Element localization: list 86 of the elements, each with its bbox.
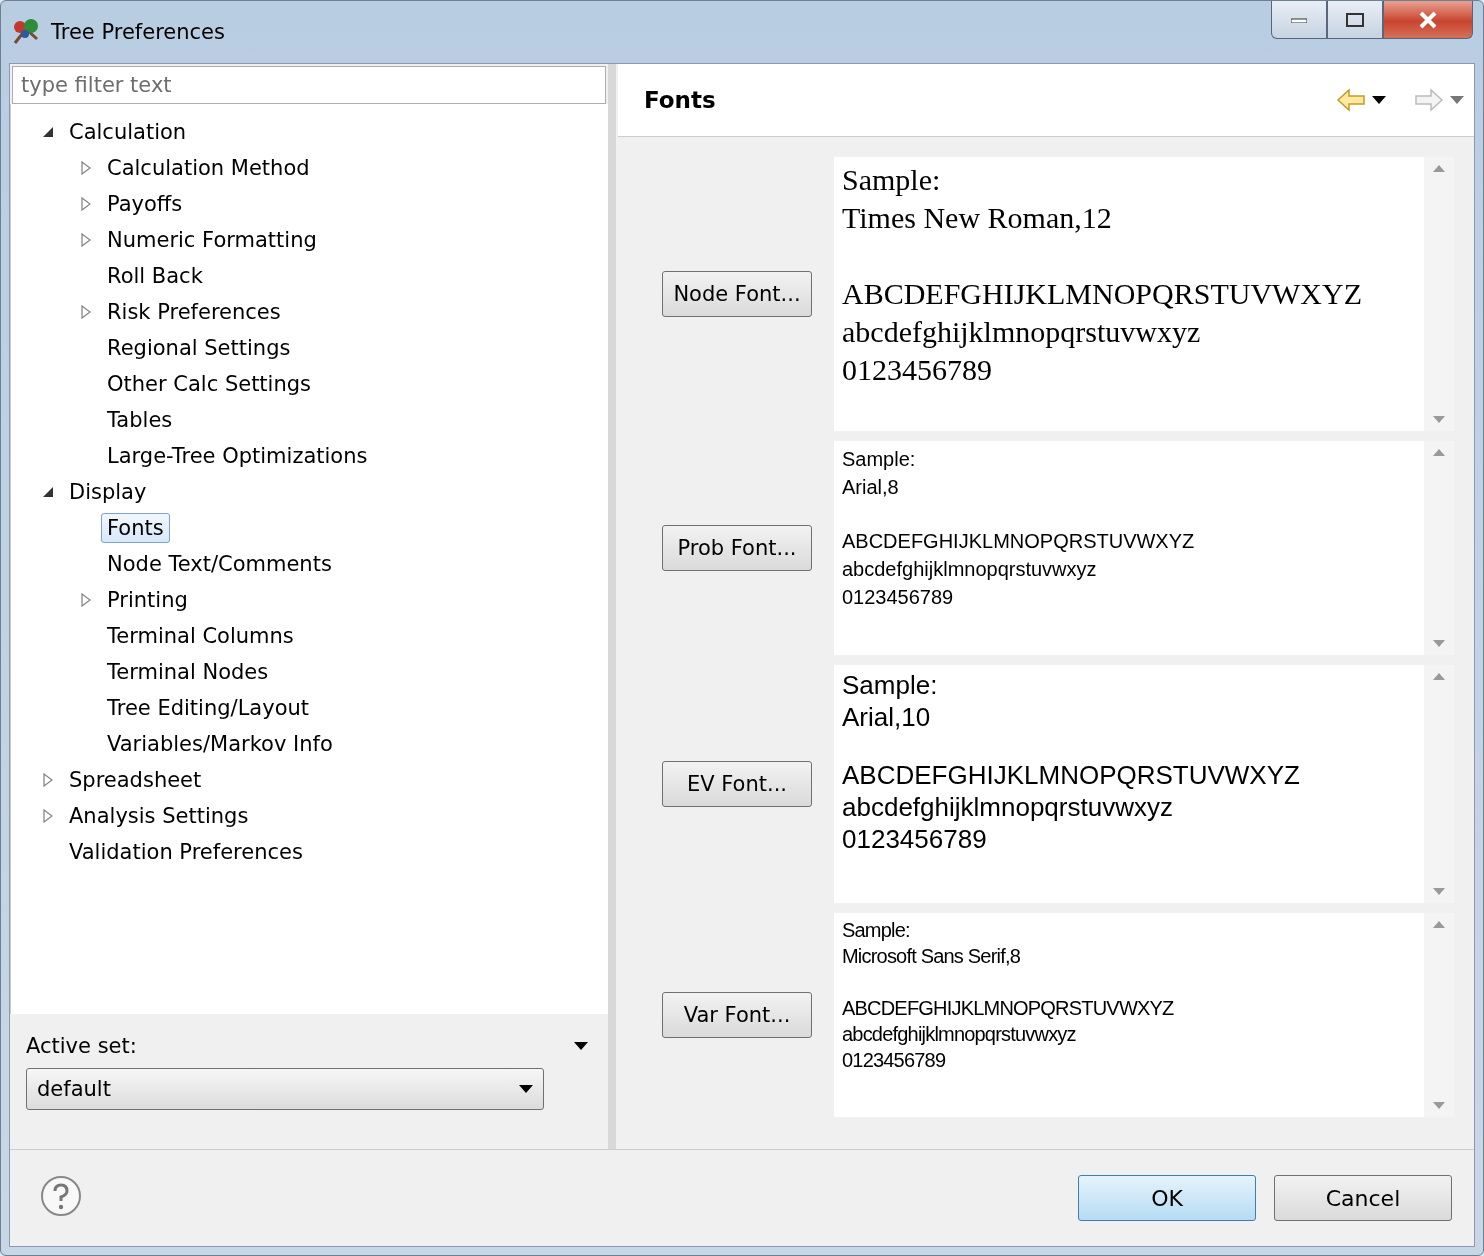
forward-arrow-icon[interactable] [1414, 88, 1444, 112]
collapsed-arrow-icon[interactable] [81, 305, 91, 319]
tree-item[interactable]: Large-Tree Optimizations [101, 441, 374, 471]
tree-item[interactable]: Terminal Columns [101, 621, 300, 651]
menu-caret-icon [574, 1042, 588, 1050]
uppercase-sample: ABCDEFGHIJKLMNOPQRSTUVWXYZ [842, 276, 1364, 312]
caret-icon [1372, 96, 1386, 104]
tree-item[interactable]: Roll Back [101, 261, 209, 291]
digits-sample: 0123456789 [842, 585, 955, 610]
tree-item[interactable]: Spreadsheet [63, 765, 208, 795]
sample-label: Sample: [842, 918, 911, 943]
active-set-dropdown[interactable]: default [26, 1068, 544, 1110]
scrollbar[interactable] [1424, 441, 1454, 655]
back-arrow-icon[interactable] [1336, 88, 1366, 112]
uppercase-sample: ABCDEFGHIJKLMNOPQRSTUVWXYZ [842, 759, 1301, 791]
expanded-arrow-icon[interactable] [42, 486, 54, 498]
uppercase-sample: ABCDEFGHIJKLMNOPQRSTUVWXYZ [842, 996, 1175, 1021]
tree-item[interactable]: Tree Editing/Layout [101, 693, 316, 723]
lowercase-sample: abcdefghijklmnopqrstuvwxyz [842, 314, 1202, 350]
close-button[interactable] [1383, 1, 1473, 39]
sample-label: Sample: [842, 162, 942, 198]
tree-item[interactable]: Calculation Method [101, 153, 316, 183]
collapsed-arrow-icon[interactable] [81, 197, 91, 211]
lowercase-sample: abcdefghijklmnopqrstuvwxyz [842, 1022, 1077, 1047]
filter-field[interactable]: type filter text [12, 66, 606, 104]
font-button[interactable]: Node Font... [662, 271, 812, 317]
font-button[interactable]: Prob Font... [662, 525, 812, 571]
dialog-button[interactable]: Cancel [1274, 1175, 1452, 1221]
tree-item[interactable]: Calculation [63, 117, 193, 147]
tree-item[interactable]: Validation Preferences [63, 837, 309, 867]
uppercase-sample: ABCDEFGHIJKLMNOPQRSTUVWXYZ [842, 529, 1196, 554]
scroll-down-icon[interactable] [1433, 416, 1445, 423]
scroll-down-icon[interactable] [1433, 1102, 1445, 1109]
font-name: Arial,10 [842, 701, 932, 733]
maximize-button[interactable] [1327, 1, 1383, 39]
tree-item[interactable]: Variables/Markov Info [101, 729, 339, 759]
scroll-up-icon[interactable] [1433, 449, 1445, 456]
caret-icon [1450, 96, 1464, 104]
page-title: Fonts [644, 87, 717, 113]
tree-item[interactable]: Analysis Settings [63, 801, 255, 831]
expanded-arrow-icon[interactable] [42, 126, 54, 138]
active-set-label: Active set: [26, 1034, 137, 1058]
tree-item[interactable]: Fonts [101, 513, 170, 543]
collapsed-arrow-icon[interactable] [81, 233, 91, 247]
caret-icon [519, 1085, 533, 1093]
scroll-down-icon[interactable] [1433, 888, 1445, 895]
close-icon [1418, 10, 1438, 29]
scroll-up-icon[interactable] [1433, 165, 1445, 172]
tree-item[interactable]: Terminal Nodes [101, 657, 275, 687]
dialog-button[interactable]: OK [1078, 1175, 1256, 1221]
digits-sample: 0123456789 [842, 1048, 947, 1073]
tree-item[interactable]: Payoffs [101, 189, 189, 219]
digits-sample: 0123456789 [842, 823, 988, 855]
font-button[interactable]: Var Font... [662, 992, 812, 1038]
collapsed-arrow-icon[interactable] [81, 161, 91, 175]
scrollbar[interactable] [1424, 913, 1454, 1117]
lowercase-sample: abcdefghijklmnopqrstuvwxyz [842, 791, 1174, 823]
scroll-down-icon[interactable] [1433, 640, 1445, 647]
lowercase-sample: abcdefghijklmnopqrstuvwxyz [842, 557, 1098, 582]
tree-item[interactable]: Risk Preferences [101, 297, 287, 327]
font-name: Microsoft Sans Serif,8 [842, 944, 1022, 969]
scroll-up-icon[interactable] [1433, 921, 1445, 928]
minimize-icon [1291, 16, 1307, 23]
maximize-icon [1346, 12, 1364, 27]
tree-item[interactable]: Other Calc Settings [101, 369, 318, 399]
tree-item[interactable]: Display [63, 477, 153, 507]
scrollbar[interactable] [1424, 157, 1454, 431]
tree-item[interactable]: Node Text/Comments [101, 549, 338, 579]
help-icon[interactable] [40, 1175, 82, 1217]
minimize-button[interactable] [1271, 1, 1327, 39]
collapsed-arrow-icon[interactable] [43, 809, 53, 823]
tree-item[interactable]: Tables [101, 405, 179, 435]
font-button[interactable]: EV Font... [662, 761, 812, 807]
tree-item[interactable]: Numeric Formatting [101, 225, 323, 255]
font-name: Arial,8 [842, 475, 900, 500]
font-name: Times New Roman,12 [842, 200, 1113, 236]
sample-label: Sample: [842, 447, 917, 472]
collapsed-arrow-icon[interactable] [81, 593, 91, 607]
scroll-up-icon[interactable] [1433, 673, 1445, 680]
sample-label: Sample: [842, 669, 939, 701]
window-title: Tree Preferences [51, 20, 226, 44]
tree-item[interactable]: Printing [101, 585, 194, 615]
digits-sample: 0123456789 [842, 352, 993, 388]
tree-item[interactable]: Regional Settings [101, 333, 297, 363]
collapsed-arrow-icon[interactable] [43, 773, 53, 787]
scrollbar[interactable] [1424, 665, 1454, 903]
